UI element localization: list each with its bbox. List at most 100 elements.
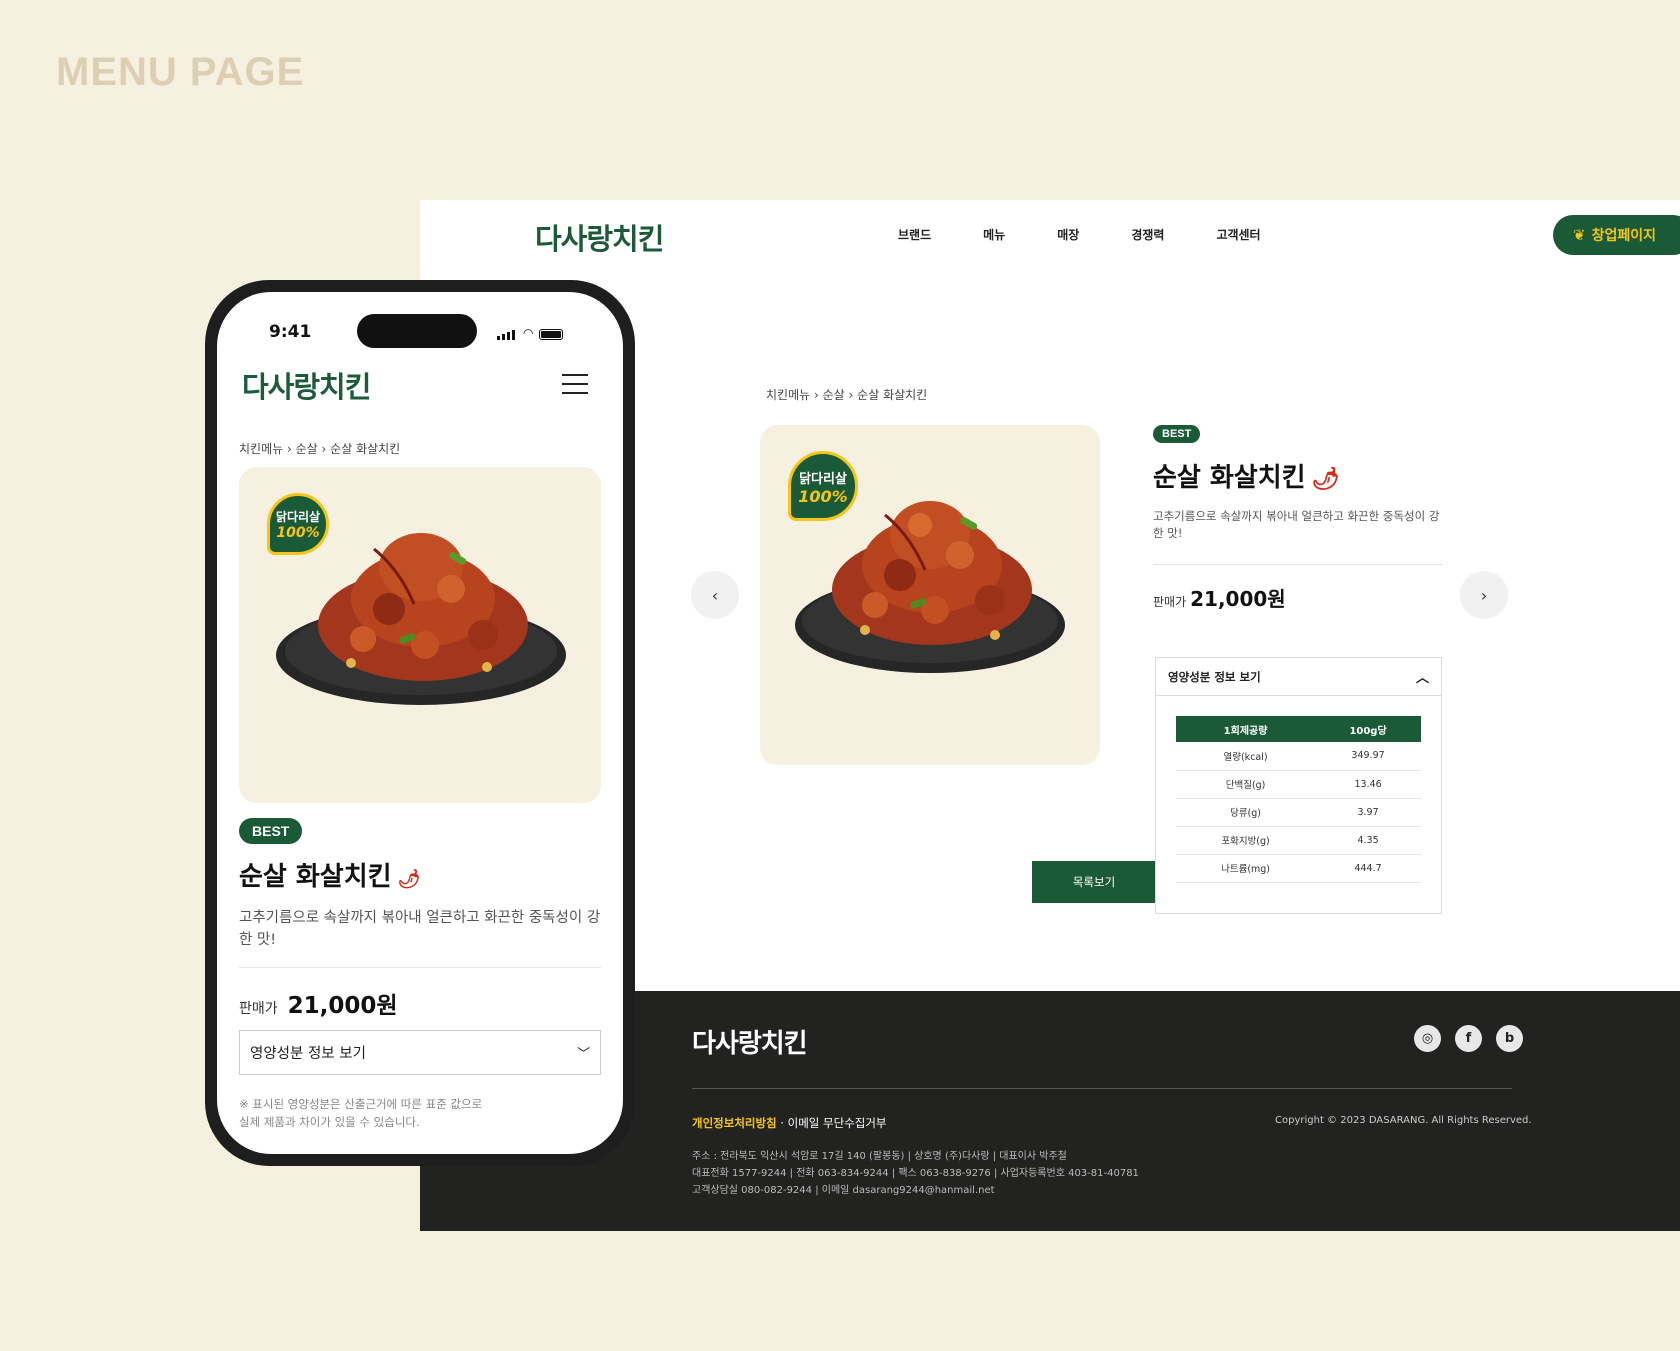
product-title: 순살 화살치킨 🌶 (1153, 457, 1340, 494)
privacy-policy-link[interactable]: 개인정보처리방침 (692, 1116, 777, 1130)
leaf-icon: ❦ (1573, 226, 1586, 244)
dynamic-island (357, 314, 477, 348)
mobile-phone-frame: 9:41 ◠ 다사랑치킨 치킨메뉴 › 순살 › 순살 화살치킨 닭다리살 10… (205, 280, 635, 1166)
blog-icon[interactable]: b (1496, 1025, 1523, 1052)
chevron-left-icon: ‹ (711, 585, 719, 605)
price-value: 21,000원 (287, 993, 398, 1019)
copyright: Copyright © 2023 DASARANG. All Rights Re… (1275, 1115, 1532, 1126)
next-button[interactable]: › (1460, 571, 1508, 619)
tag-line-2: 100% (276, 525, 320, 541)
table-row: 나트륨(mg) 444.7 (1176, 854, 1421, 883)
nutrient-value: 349.97 (1315, 742, 1421, 771)
hamburger-menu-icon[interactable] (562, 374, 588, 401)
nutrition-toggle-label: 영양성분 정보 보기 (1168, 669, 1261, 684)
table-row: 열량(kcal) 349.97 (1176, 742, 1421, 771)
nutrition-note: ※ 표시된 영양성분은 산출근거에 따른 표준 값으로 실제 제품과 차이가 있… (239, 1095, 482, 1131)
page-label: MENU PAGE (56, 50, 305, 94)
mobile-product-price: 판매가 21,000원 (239, 986, 398, 1020)
chevron-right-icon: › (321, 442, 331, 456)
nutrient-value: 444.7 (1315, 854, 1421, 883)
wifi-icon: ◠ (523, 326, 534, 340)
chevron-down-icon: ﹀ (576, 1047, 590, 1062)
nutrition-header: 100g당 (1315, 716, 1421, 742)
nav-menu[interactable]: 메뉴 (983, 226, 1005, 243)
nutrient-value: 3.97 (1315, 798, 1421, 827)
nutrient-name: 단백질(g) (1176, 770, 1316, 799)
signal-icon (497, 330, 517, 340)
breadcrumb-item: 순살 화살치킨 (857, 388, 928, 402)
nutrient-value: 4.35 (1315, 826, 1421, 855)
nav-customer-center[interactable]: 고객센터 (1216, 226, 1260, 243)
company-info: 주소 : 전라북도 익산시 석암로 17길 140 (팔봉동) | 상호명 (주… (692, 1148, 1139, 1199)
tag-line-1: 닭다리살 (275, 510, 321, 524)
address: 주소 : 전라북도 익산시 석암로 17길 140 (팔봉동) | 상호명 (주… (692, 1151, 1067, 1162)
nav-store[interactable]: 매장 (1057, 226, 1079, 243)
mobile-brand-logo[interactable]: 다사랑치킨 (242, 364, 371, 406)
footer-logo[interactable]: 다사랑치킨 (692, 1023, 808, 1060)
social-links: ◎ f b (1400, 1025, 1523, 1052)
thigh-meat-tag: 닭다리살 100% (267, 493, 329, 555)
header: 다사랑치킨 브랜드 메뉴 매장 경쟁력 고객센터 ❦ 창업페이지 (420, 200, 1680, 270)
product-name: 순살 화살치킨 (1153, 463, 1306, 493)
nutrition-toggle[interactable]: 영양성분 정보 보기 ︿ (1156, 658, 1441, 696)
status-icons: ◠ (497, 326, 564, 340)
nutrient-name: 나트륨(mg) (1176, 854, 1316, 883)
franchise-page-button[interactable]: ❦ 창업페이지 (1553, 215, 1680, 255)
list-button[interactable]: 목록보기 (1032, 861, 1156, 903)
price-value: 21,000원 (1190, 587, 1286, 611)
chevron-up-icon: ︿ (1415, 671, 1429, 686)
nutrition-table: 1회제공량 100g당 열량(kcal) 349.97 단백질(g) 13.46 당… (1176, 716, 1421, 883)
divider (1153, 564, 1443, 565)
chevron-right-icon: › (848, 388, 858, 402)
table-row: 포화지방(g) 4.35 (1176, 826, 1421, 855)
price-label: 판매가 (239, 1001, 278, 1017)
nutrition-dropdown[interactable]: 영양성분 정보 보기 ﹀ (239, 1030, 601, 1075)
breadcrumb-item: 순살 화살치킨 (330, 442, 401, 456)
product-price: 판매가 21,000원 (1153, 583, 1286, 612)
note-line: 실제 제품과 차이가 있을 수 있습니다. (239, 1115, 420, 1129)
chevron-right-icon: › (814, 388, 823, 402)
footer-divider (692, 1088, 1512, 1089)
breadcrumb-item[interactable]: 치킨메뉴 (239, 442, 283, 456)
prev-button[interactable]: ‹ (691, 571, 739, 619)
breadcrumb: 치킨메뉴 › 순살 › 순살 화살치킨 (766, 386, 927, 403)
nutrient-name: 당류(g) (1176, 798, 1316, 827)
mobile-breadcrumb: 치킨메뉴 › 순살 › 순살 화살치킨 (239, 440, 400, 457)
battery-icon (539, 329, 564, 340)
email-refuse-link[interactable]: 이메일 무단수집거부 (788, 1116, 887, 1130)
brand-logo[interactable]: 다사랑치킨 (535, 216, 664, 258)
divider (239, 967, 601, 968)
chili-pepper-icon: 🌶 (397, 869, 421, 890)
thigh-meat-tag: 닭다리살 100% (788, 451, 858, 521)
breadcrumb-item[interactable]: 순살 (296, 442, 318, 456)
instagram-icon[interactable]: ◎ (1414, 1025, 1441, 1052)
franchise-page-label: 창업페이지 (1591, 228, 1656, 244)
status-time: 9:41 (269, 322, 312, 342)
phones: 대표전화 1577-9244 | 전화 063-834-9244 | 팩스 06… (692, 1168, 1139, 1179)
mobile-product-image: 닭다리살 100% (239, 467, 601, 803)
nutrition-dropdown-label: 영양성분 정보 보기 (250, 1046, 366, 1062)
nav-brand[interactable]: 브랜드 (898, 226, 931, 243)
chevron-right-icon: › (287, 442, 296, 456)
facebook-icon[interactable]: f (1455, 1025, 1482, 1052)
nav-competitiveness[interactable]: 경쟁력 (1131, 226, 1164, 243)
contact: 고객상담실 080-082-9244 | 이메일 dasarang9244@ha… (692, 1185, 995, 1196)
breadcrumb-item[interactable]: 치킨메뉴 (766, 388, 810, 402)
product-image: 닭다리살 100% (760, 425, 1100, 765)
nutrition-panel: 영양성분 정보 보기 ︿ 1회제공량 100g당 열량(kcal) 349.97 … (1155, 657, 1442, 914)
note-line: ※ 표시된 영양성분은 산출근거에 따른 표준 값으로 (239, 1097, 483, 1111)
product-description: 고추기름으로 속살까지 볶아내 얼큰하고 화끈한 중독성이 강한 맛! (1153, 509, 1440, 540)
best-badge: BEST (1153, 425, 1201, 443)
chili-pepper-icon: 🌶 (1311, 467, 1340, 492)
table-row: 당류(g) 3.97 (1176, 798, 1421, 827)
mobile-product-title: 순살 화살치킨 🌶 (239, 856, 420, 893)
footer-links: 개인정보처리방침 · 이메일 무단수집거부 (692, 1115, 886, 1131)
tag-line-2: 100% (798, 487, 848, 506)
breadcrumb-item[interactable]: 순살 (823, 388, 845, 402)
nutrition-header: 1회제공량 (1176, 716, 1316, 742)
nutrient-name: 열량(kcal) (1176, 742, 1316, 771)
mobile-product-description: 고추기름으로 속살까지 볶아내 얼큰하고 화끈한 중독성이 강한 맛! (239, 910, 601, 948)
price-label: 판매가 (1153, 595, 1187, 609)
product-name: 순살 화살치킨 (239, 862, 392, 892)
mobile-screen: 9:41 ◠ 다사랑치킨 치킨메뉴 › 순살 › 순살 화살치킨 닭다리살 10… (217, 292, 623, 1154)
